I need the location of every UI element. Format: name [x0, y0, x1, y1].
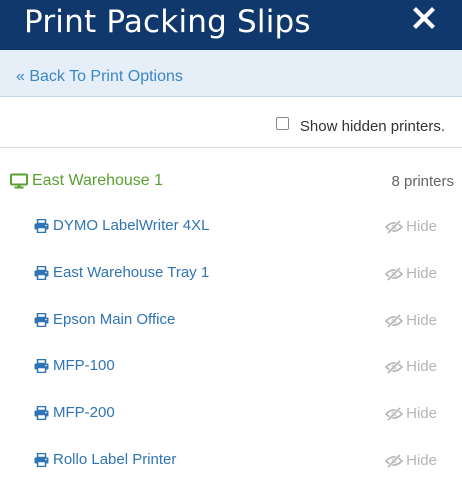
printer-name: MFP-100	[53, 357, 115, 375]
hide-label: Hide	[406, 311, 437, 329]
show-hidden-printers-toggle[interactable]: Show hidden printers.	[275, 116, 445, 137]
hide-printer-button[interactable]: Hide	[385, 311, 437, 331]
printer-link[interactable]: DYMO LabelWriter 4XL	[34, 216, 209, 236]
printer-link[interactable]: MFP-200	[34, 403, 115, 423]
page-title: Print Packing Slips	[24, 4, 311, 40]
printer-name: Rollo Label Printer	[53, 451, 177, 468]
hide-printer-button[interactable]: Hide	[385, 451, 437, 471]
printer-row: Rollo Label Printer Hide	[34, 450, 437, 472]
close-icon	[413, 7, 435, 29]
printer-icon	[34, 453, 49, 467]
printer-icon	[34, 265, 49, 280]
printer-count: 8 printers	[391, 173, 454, 190]
printer-link[interactable]: MFP-100	[34, 356, 115, 376]
eye-slash-icon	[385, 313, 404, 328]
printer-name: Epson Main Office	[53, 310, 176, 328]
printer-row: DYMO LabelWriter 4XL Hide	[34, 216, 437, 238]
printer-name: MFP-200	[53, 404, 115, 422]
back-bar: « Back To Print Options	[0, 50, 462, 97]
hide-printer-button[interactable]: Hide	[385, 264, 437, 284]
close-button[interactable]	[412, 6, 436, 30]
printer-row: MFP-200 Hide	[34, 403, 437, 425]
printer-icon	[34, 219, 49, 233]
hide-label: Hide	[406, 264, 437, 282]
desktop-icon	[10, 173, 28, 189]
printer-row: East Warehouse Tray 1 Hide	[34, 263, 437, 285]
printer-icon	[34, 312, 49, 327]
printer-group-row: East Warehouse 1 8 printers	[10, 171, 454, 193]
hide-printer-button[interactable]: Hide	[385, 217, 437, 237]
header-bar: Print Packing Slips	[0, 0, 462, 50]
printer-link[interactable]: East Warehouse Tray 1	[34, 263, 209, 283]
printer-group-header[interactable]: East Warehouse 1	[10, 171, 163, 191]
printer-row: Epson Main Office Hide	[34, 310, 437, 332]
printer-group-name: East Warehouse 1	[32, 172, 164, 189]
hide-printer-button[interactable]: Hide	[385, 357, 437, 377]
back-to-print-options-link[interactable]: « Back To Print Options	[16, 67, 183, 87]
printer-name: DYMO LabelWriter 4XL	[53, 217, 210, 234]
printer-link[interactable]: Epson Main Office	[34, 310, 175, 330]
eye-slash-icon	[385, 220, 404, 234]
printer-name: East Warehouse Tray 1	[53, 263, 210, 281]
printer-row: MFP-100 Hide	[34, 356, 437, 378]
hide-printer-button[interactable]: Hide	[385, 404, 437, 424]
hide-label: Hide	[406, 358, 437, 376]
eye-slash-icon	[385, 360, 404, 375]
printer-link[interactable]: Rollo Label Printer	[34, 450, 176, 470]
show-hidden-printers-checkbox[interactable]	[275, 116, 289, 130]
hide-label: Hide	[406, 405, 437, 423]
hide-label: Hide	[406, 452, 437, 469]
hide-label: Hide	[406, 218, 437, 235]
divider	[0, 147, 462, 148]
printer-icon	[34, 359, 49, 374]
eye-slash-icon	[385, 266, 404, 281]
show-hidden-printers-label: Show hidden printers.	[299, 118, 445, 135]
eye-slash-icon	[385, 454, 404, 468]
eye-slash-icon	[385, 407, 404, 422]
printer-icon	[34, 406, 49, 421]
